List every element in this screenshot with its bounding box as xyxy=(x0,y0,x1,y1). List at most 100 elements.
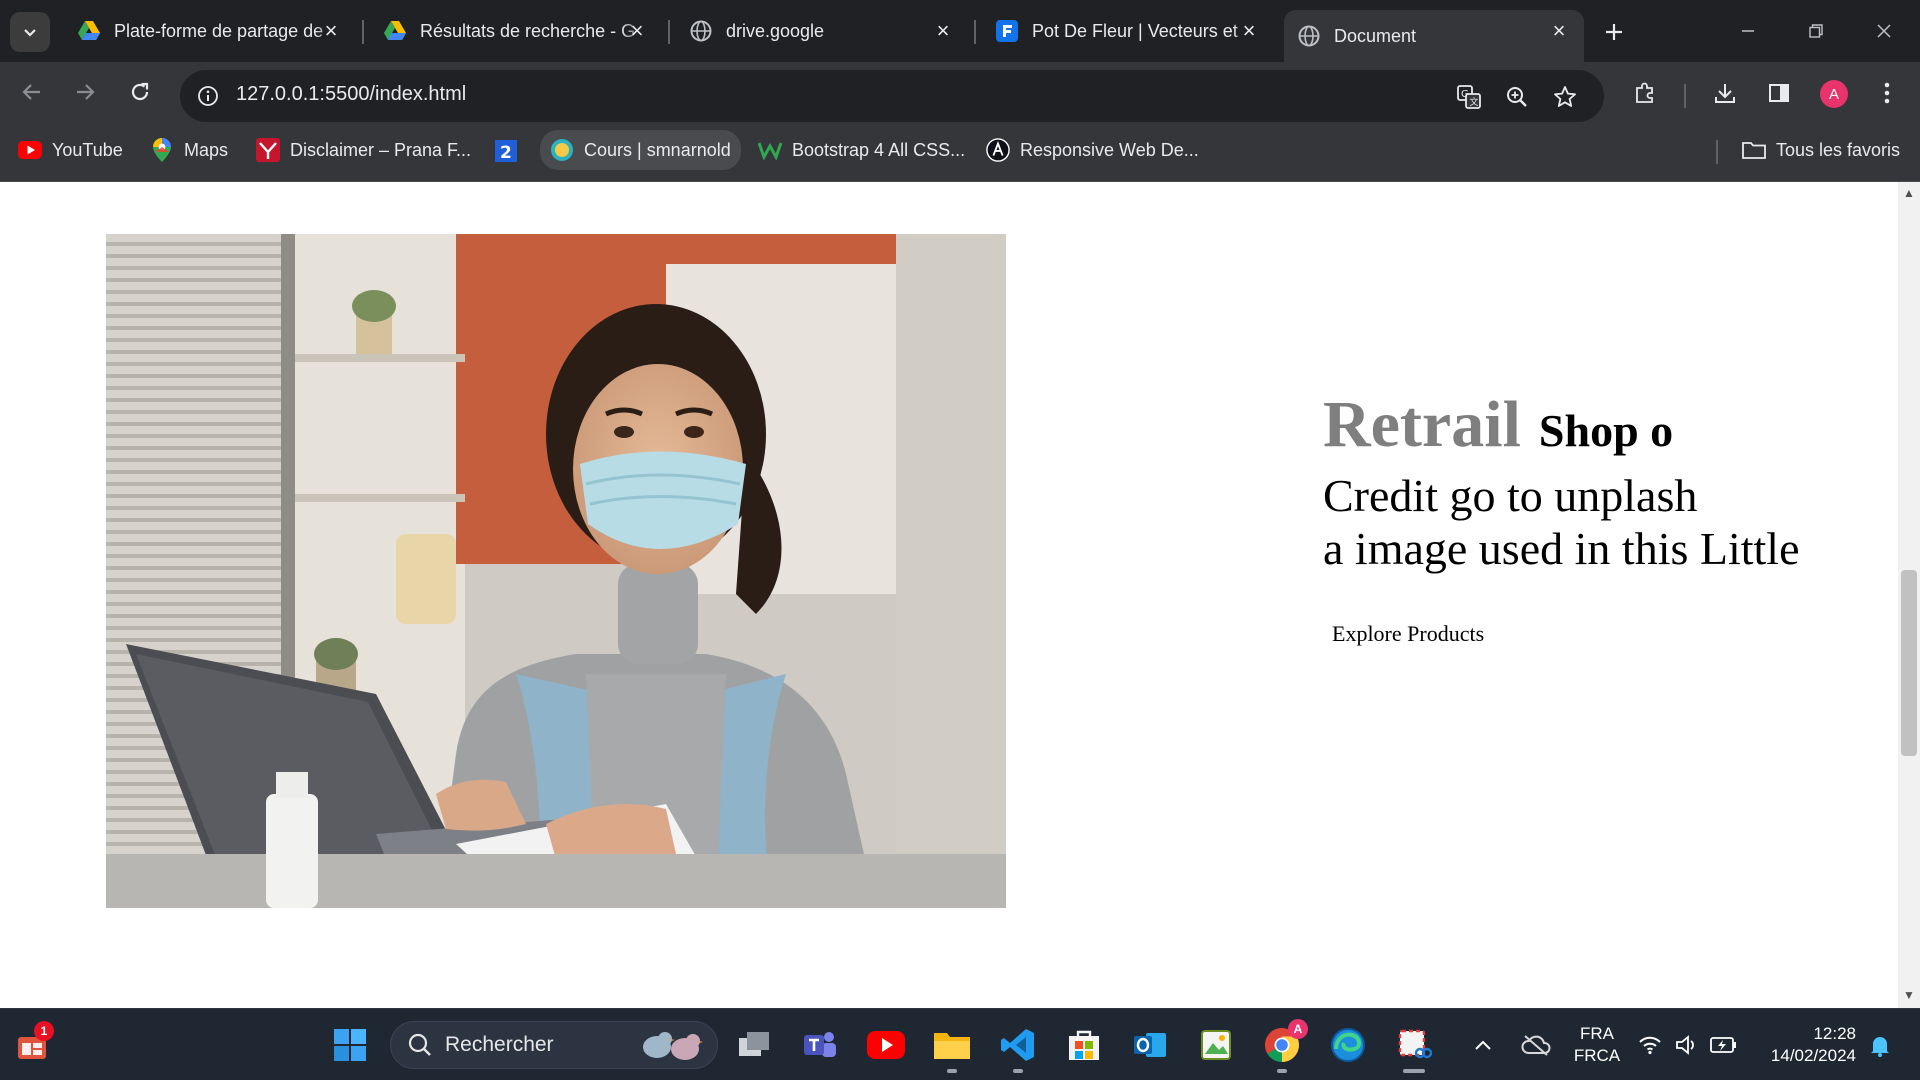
prana-icon xyxy=(256,138,280,162)
svg-text:2: 2 xyxy=(500,143,512,162)
clock-date: 14/02/2024 xyxy=(1770,1046,1856,1065)
vscode-button[interactable] xyxy=(996,1023,1040,1073)
start-button[interactable] xyxy=(328,1023,372,1067)
zoom-icon[interactable] xyxy=(1502,82,1532,112)
tab-title: Plate-forme de partage de xyxy=(114,20,324,41)
photo-editor-icon xyxy=(1201,1030,1231,1060)
brand-title: Retrail xyxy=(1323,388,1521,461)
wifi-button[interactable] xyxy=(1632,1023,1668,1067)
file-explorer-button[interactable] xyxy=(930,1023,974,1073)
puzzle-icon xyxy=(1636,82,1653,103)
tab-plate-forme[interactable]: Plate-forme de partage de × xyxy=(64,10,356,52)
notifications-button[interactable] xyxy=(1862,1023,1898,1067)
clock[interactable]: 12:28 14/02/2024 xyxy=(1756,1023,1856,1067)
reload-button[interactable] xyxy=(122,74,158,110)
restore-button[interactable] xyxy=(1794,14,1838,48)
widgets-button[interactable]: 1 xyxy=(10,1021,54,1067)
window-close-button[interactable] xyxy=(1862,14,1906,48)
bookmark-youtube[interactable]: YouTube xyxy=(18,130,123,170)
downloads-button[interactable] xyxy=(1708,76,1742,110)
tab-title: Pot De Fleur | Vecteurs et xyxy=(1032,20,1238,41)
extensions-button[interactable] xyxy=(1628,76,1662,110)
bookmarks-divider xyxy=(1716,140,1718,164)
tab-title: drive.google xyxy=(726,20,825,41)
outlook-button[interactable] xyxy=(1128,1023,1172,1067)
bookmark-number-2[interactable]: 2 xyxy=(494,130,528,170)
url-text[interactable]: 127.0.0.1:5500/index.html xyxy=(236,83,466,106)
toolbar-divider xyxy=(1684,84,1686,108)
close-icon[interactable]: × xyxy=(1548,18,1570,43)
forward-button[interactable] xyxy=(67,74,103,110)
tab-separator xyxy=(668,20,670,44)
scroll-down-arrow-icon[interactable]: ▼ xyxy=(1902,988,1916,1002)
address-bar[interactable]: 127.0.0.1:5500/index.html G文 xyxy=(180,70,1604,122)
back-button[interactable] xyxy=(14,74,50,110)
bookmark-label: Cours | smnarnold xyxy=(584,139,731,160)
photo-app-button[interactable] xyxy=(1194,1023,1238,1067)
running-indicator xyxy=(947,1069,957,1073)
input-language[interactable]: FRA FRCA xyxy=(1570,1023,1624,1067)
arrow-right-icon xyxy=(77,84,95,100)
profile-avatar[interactable]: A xyxy=(1820,80,1848,108)
chrome-profile-badge: A xyxy=(1288,1019,1308,1039)
scroll-thumb[interactable] xyxy=(1901,570,1917,756)
side-panel-button[interactable] xyxy=(1762,76,1796,110)
clock-time: 12:28 xyxy=(1813,1024,1856,1043)
show-hidden-icons-button[interactable] xyxy=(1468,1023,1498,1067)
microsoft-store-button[interactable] xyxy=(1062,1023,1106,1067)
widgets-badge: 1 xyxy=(34,1021,54,1041)
windows-taskbar: 1 Rechercher A FRA FRCA 12:28 14/02/2024 xyxy=(0,1008,1920,1080)
chrome-button[interactable]: A xyxy=(1260,1019,1308,1073)
wifi-icon xyxy=(1639,1036,1661,1055)
close-icon[interactable]: × xyxy=(932,18,954,43)
kebab-menu-icon xyxy=(1884,82,1890,104)
task-view-button[interactable] xyxy=(732,1023,776,1067)
speaker-icon xyxy=(1676,1035,1694,1055)
taskbar-search-label: Rechercher xyxy=(445,1033,554,1056)
minimize-button[interactable] xyxy=(1726,14,1770,48)
close-icon[interactable]: × xyxy=(1238,18,1260,43)
new-tab-button[interactable] xyxy=(1596,14,1632,50)
scroll-up-arrow-icon[interactable]: ▲ xyxy=(1902,186,1916,200)
bookmark-bootstrap4[interactable]: Bootstrap 4 All CSS... xyxy=(758,130,965,170)
bookmark-label: YouTube xyxy=(52,139,123,160)
running-indicator xyxy=(1277,1069,1287,1073)
snipping-tool-button[interactable] xyxy=(1392,1023,1436,1073)
site-info-icon[interactable] xyxy=(194,82,222,110)
running-indicator xyxy=(1013,1069,1023,1073)
tab-separator xyxy=(362,20,364,44)
tab-document[interactable]: Document × xyxy=(1284,10,1584,62)
battery-button[interactable] xyxy=(1704,1023,1744,1067)
teams-icon xyxy=(804,1032,836,1057)
bookmark-star-icon[interactable] xyxy=(1550,82,1580,112)
menu-button[interactable] xyxy=(1870,76,1904,110)
explore-products-button[interactable]: Explore Products xyxy=(1332,621,1484,647)
all-bookmarks-folder[interactable]: Tous les favoris xyxy=(1742,130,1900,170)
google-drive-icon xyxy=(384,20,406,42)
taskbar-search[interactable]: Rechercher xyxy=(390,1021,718,1069)
tab-search-button[interactable] xyxy=(10,12,50,52)
credit-line-2: a image used in this Little xyxy=(1323,523,1800,574)
volume-button[interactable] xyxy=(1668,1023,1704,1067)
onedrive-button[interactable] xyxy=(1516,1023,1556,1067)
vscode-icon xyxy=(1001,1029,1034,1061)
bookmark-responsive-web[interactable]: Responsive Web De... xyxy=(986,130,1199,170)
page-scrollbar[interactable]: ▲ ▼ xyxy=(1898,182,1920,1008)
bookmark-label: Responsive Web De... xyxy=(1020,139,1199,160)
edge-button[interactable] xyxy=(1326,1023,1370,1067)
youtube-app-button[interactable] xyxy=(864,1023,908,1067)
bookmark-maps[interactable]: Maps xyxy=(150,130,228,170)
close-icon[interactable]: × xyxy=(320,18,342,43)
bookmark-label: Disclaimer – Prana F... xyxy=(290,139,472,160)
download-icon xyxy=(1715,84,1735,103)
tab-pot-de-fleur[interactable]: Pot De Fleur | Vecteurs et × xyxy=(982,10,1274,52)
snipping-tool-icon xyxy=(1398,1029,1432,1059)
teams-button[interactable] xyxy=(798,1023,842,1067)
restore-icon xyxy=(1809,24,1823,38)
bookmark-disclaimer-prana[interactable]: Disclaimer – Prana F... xyxy=(256,130,471,170)
translate-icon[interactable]: G文 xyxy=(1454,82,1484,112)
close-icon[interactable]: × xyxy=(626,18,648,43)
tab-drive-google[interactable]: drive.google × xyxy=(676,10,968,52)
tab-resultats-recherche[interactable]: Résultats de recherche - G × xyxy=(370,10,662,52)
bookmark-cours-smnarnold[interactable]: Cours | smnarnold xyxy=(540,130,741,170)
